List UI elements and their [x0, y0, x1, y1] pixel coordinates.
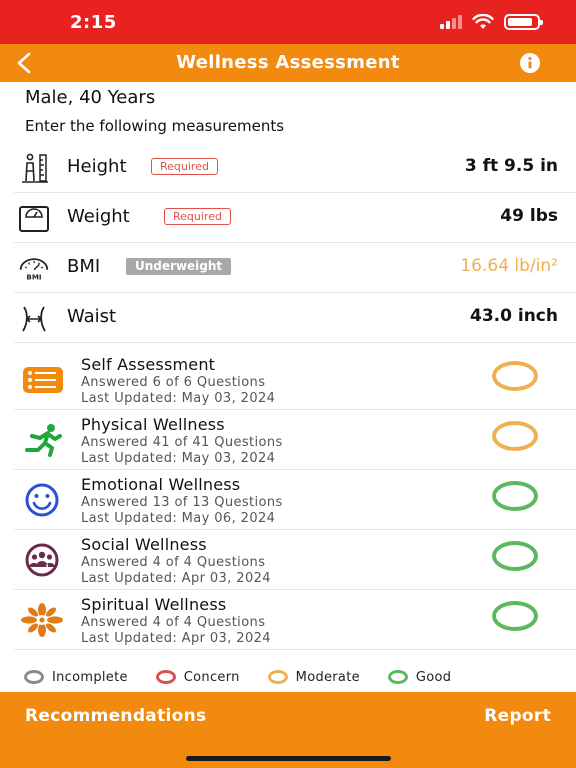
waist-value: 43.0 inch [470, 306, 558, 326]
battery-icon [504, 14, 543, 30]
weight-value: 49 lbs [500, 206, 558, 226]
info-icon[interactable] [520, 53, 540, 73]
report-button[interactable]: Report [484, 706, 551, 726]
legend-item-moderate: Moderate [267, 669, 360, 685]
legend-item-concern: Concern [155, 669, 240, 685]
legend-label: Good [415, 669, 452, 685]
weight-row[interactable]: Weight Required 49 lbs [14, 193, 576, 243]
bottom-action-bar: Recommendations Report [0, 692, 576, 768]
section-emotional-wellness[interactable]: Emotional Wellness Answered 13 of 13 Que… [14, 470, 576, 530]
legend-item-good: Good [387, 669, 452, 685]
section-answered: Answered 13 of 13 Questions [81, 495, 283, 510]
section-title: Emotional Wellness [81, 475, 241, 494]
people-group-icon [25, 543, 59, 577]
section-title: Physical Wellness [81, 415, 225, 434]
battery-fill [508, 18, 532, 26]
status-bar: 2:15 [0, 0, 576, 44]
status-ring-good [492, 601, 538, 631]
height-row[interactable]: Height Required 3 ft 9.5 in [14, 143, 576, 193]
section-spiritual-wellness[interactable]: Spiritual Wellness Answered 4 of 4 Quest… [14, 590, 576, 650]
section-answered: Answered 4 of 4 Questions [81, 615, 266, 630]
status-icons [440, 14, 543, 30]
checklist-icon [23, 367, 63, 393]
bmi-value: 16.64 lb/in² [460, 256, 558, 276]
smiley-icon [25, 483, 59, 517]
section-updated: Last Updated: May 06, 2024 [81, 511, 276, 526]
waist-label: Waist [67, 306, 117, 327]
section-answered: Answered 6 of 6 Questions [81, 375, 266, 390]
bmi-label: BMI [67, 256, 101, 277]
legend-ring-icon [387, 670, 408, 684]
bmi-gauge-icon: BMI [19, 258, 49, 282]
height-icon [22, 153, 48, 183]
section-updated: Last Updated: Apr 03, 2024 [81, 571, 271, 586]
section-answered: Answered 4 of 4 Questions [81, 555, 266, 570]
section-self-assessment[interactable]: Self Assessment Answered 6 of 6 Question… [14, 350, 576, 410]
height-required-badge: Required [151, 158, 218, 175]
status-ring-moderate [492, 361, 538, 391]
waist-icon [22, 306, 46, 332]
lotus-icon [21, 603, 63, 637]
section-title: Self Assessment [81, 355, 216, 374]
status-ring-good [492, 481, 538, 511]
weight-required-badge: Required [164, 208, 231, 225]
section-title: Social Wellness [81, 535, 207, 554]
running-person-icon [25, 424, 62, 457]
nav-bar: Wellness Assessment [0, 44, 576, 82]
weight-label: Weight [67, 206, 130, 227]
legend-label: Concern [183, 669, 240, 685]
svg-text:BMI: BMI [26, 273, 41, 282]
status-ring-moderate [492, 421, 538, 451]
section-updated: Last Updated: May 03, 2024 [81, 451, 276, 466]
section-social-wellness[interactable]: Social Wellness Answered 4 of 4 Question… [14, 530, 576, 590]
bmi-category-badge: Underweight [126, 258, 232, 275]
height-label: Height [67, 156, 127, 177]
legend-ring-icon [267, 670, 288, 684]
section-title: Spiritual Wellness [81, 595, 227, 614]
scale-icon [19, 206, 49, 232]
recommendations-button[interactable]: Recommendations [25, 706, 206, 726]
page-title: Wellness Assessment [176, 52, 400, 73]
section-updated: Last Updated: May 03, 2024 [81, 391, 276, 406]
section-updated: Last Updated: Apr 03, 2024 [81, 631, 271, 646]
status-legend: Incomplete Concern Moderate Good [24, 666, 564, 688]
bmi-row[interactable]: BMI BMI Underweight 16.64 lb/in² [14, 243, 576, 293]
profile-summary: Male, 40 Years [25, 87, 156, 108]
status-time: 2:15 [70, 12, 117, 33]
height-value: 3 ft 9.5 in [464, 156, 558, 176]
home-indicator[interactable] [186, 756, 391, 761]
cellular-signal-icon [440, 15, 462, 29]
legend-label: Moderate [295, 669, 360, 685]
waist-row[interactable]: Waist 43.0 inch [14, 293, 576, 343]
status-ring-good [492, 541, 538, 571]
wifi-icon [472, 14, 494, 29]
legend-item-incomplete: Incomplete [24, 670, 128, 685]
section-answered: Answered 41 of 41 Questions [81, 435, 283, 450]
legend-label: Incomplete [52, 669, 128, 685]
section-physical-wellness[interactable]: Physical Wellness Answered 41 of 41 Ques… [14, 410, 576, 470]
legend-ring-icon [155, 670, 176, 684]
instruction-text: Enter the following measurements [25, 117, 285, 135]
legend-ring-icon [24, 670, 44, 684]
